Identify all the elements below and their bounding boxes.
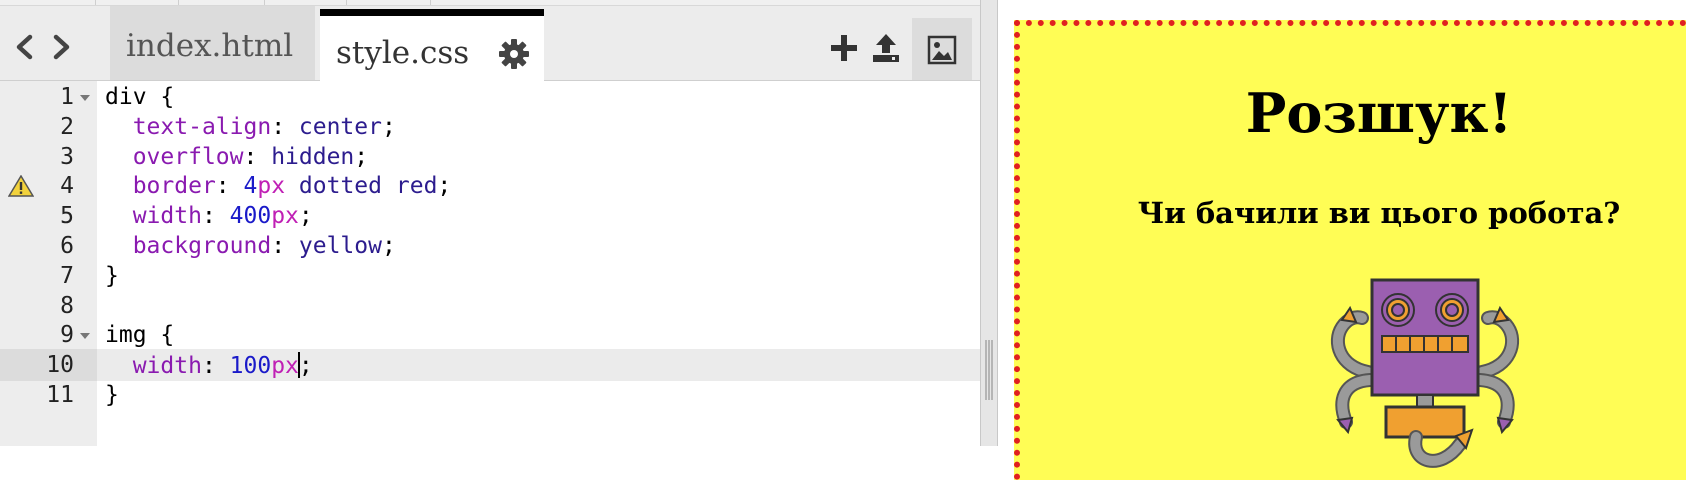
code-line[interactable]: 9 img {: [0, 319, 980, 351]
preview-pane: Розшук! Чи бачили ви цього робота?: [998, 0, 1686, 480]
code-token: px: [271, 353, 299, 380]
code-token: :: [243, 143, 272, 170]
tab-style-css[interactable]: style.css: [320, 9, 544, 88]
code-token: ;: [437, 173, 452, 200]
robot-image: [1331, 278, 1519, 468]
line-code: }: [105, 263, 119, 289]
code-line[interactable]: 3 overflow: hidden;: [0, 141, 980, 173]
tab-index-html[interactable]: index.html: [110, 6, 315, 80]
code-token: img {: [105, 322, 175, 349]
code-token: hidden: [271, 143, 355, 170]
tab-label: index.html: [126, 28, 294, 64]
line-number: 7: [60, 262, 74, 289]
line-number: 10: [46, 352, 74, 379]
splitter-grip[interactable]: [985, 340, 993, 400]
code-line[interactable]: 4 border: 4px dotted red;: [0, 170, 980, 202]
line-number: 9: [60, 322, 74, 349]
code-token: :: [271, 113, 299, 140]
code-editor-pane: index.html style.css 1 div {2 text-alig…: [0, 0, 980, 446]
code-line[interactable]: 2 text-align: center;: [0, 111, 980, 143]
code-token: 400: [229, 203, 272, 230]
code-token: 100: [229, 353, 272, 380]
plus-icon[interactable]: [828, 32, 860, 64]
upload-icon[interactable]: [870, 32, 902, 64]
code-token: dotted: [298, 173, 383, 200]
code-token: ;: [298, 353, 313, 380]
line-code: img {: [105, 322, 174, 348]
code-token: :: [271, 233, 299, 259]
line-code: border: 4px dotted red;: [105, 173, 452, 200]
line-code: text-align: center;: [105, 114, 396, 140]
tab-bar: index.html style.css: [0, 6, 980, 88]
code-line[interactable]: 11}: [0, 379, 980, 411]
line-code: overflow: hidden;: [105, 144, 368, 170]
warning-icon[interactable]: [8, 175, 34, 198]
code-line[interactable]: 5 width: 400px;: [0, 200, 980, 232]
line-number: 6: [60, 233, 74, 259]
line-code: width: 100px;: [105, 352, 313, 379]
code-token: ;: [381, 233, 396, 259]
code-token: div {: [105, 84, 175, 110]
line-code: background: yellow;: [105, 233, 396, 259]
line-number: 2: [60, 113, 74, 140]
line-code: }: [105, 382, 119, 408]
line-number: 4: [60, 173, 74, 200]
chevron-left-icon[interactable]: [10, 32, 40, 62]
chevron-right-icon[interactable]: [46, 32, 76, 62]
line-number: 11: [46, 382, 74, 408]
code-token: }: [105, 262, 119, 289]
code-token: :: [201, 203, 230, 230]
code-token: text-align: [132, 113, 272, 140]
code-token: border: [132, 173, 216, 200]
code-token: }: [105, 382, 119, 408]
code-token: width: [132, 353, 202, 380]
image-button[interactable]: [912, 18, 972, 80]
code-token: px: [271, 203, 299, 230]
gear-icon[interactable]: [498, 38, 530, 70]
code-line[interactable]: 6 background: yellow;: [0, 230, 980, 262]
code-token: :: [201, 353, 230, 380]
fold-arrow-icon[interactable]: [80, 95, 90, 101]
code-line[interactable]: 1 div {: [0, 81, 980, 113]
code-token: ;: [354, 143, 369, 170]
line-number: 3: [60, 143, 74, 170]
code-token: ;: [381, 113, 396, 140]
code-token: red: [395, 173, 438, 200]
code-token: px: [257, 173, 286, 200]
wanted-poster: Розшук! Чи бачили ви цього робота?: [1014, 20, 1686, 480]
code-token: yellow: [298, 233, 382, 259]
image-icon: [927, 35, 957, 65]
code-token: :: [215, 173, 244, 200]
code-area[interactable]: 1 div {2 text-align: center; 3 overflow: h…: [0, 81, 980, 446]
line-number: 1: [60, 84, 74, 110]
tab-label: style.css: [336, 35, 470, 71]
code-token: ;: [298, 203, 313, 230]
line-number: 8: [60, 292, 74, 319]
code-token: background: [132, 233, 272, 259]
fold-arrow-icon[interactable]: [80, 333, 90, 340]
code-token: 4: [243, 173, 258, 200]
code-token: overflow: [132, 143, 244, 170]
code-line[interactable]: 7}: [0, 260, 980, 292]
pane-splitter[interactable]: [980, 0, 998, 446]
code-token: width: [132, 203, 202, 230]
line-code: width: 400px;: [105, 203, 313, 229]
code-token: center: [298, 113, 382, 140]
line-code: div {: [105, 84, 174, 110]
line-number: 5: [60, 203, 74, 230]
page-subheading: Чи бачили ви цього робота?: [1137, 196, 1621, 230]
page-heading: Розшук!: [1245, 81, 1513, 145]
code-line[interactable]: 8: [0, 290, 980, 322]
code-line[interactable]: 10 width: 100px;: [0, 349, 980, 382]
